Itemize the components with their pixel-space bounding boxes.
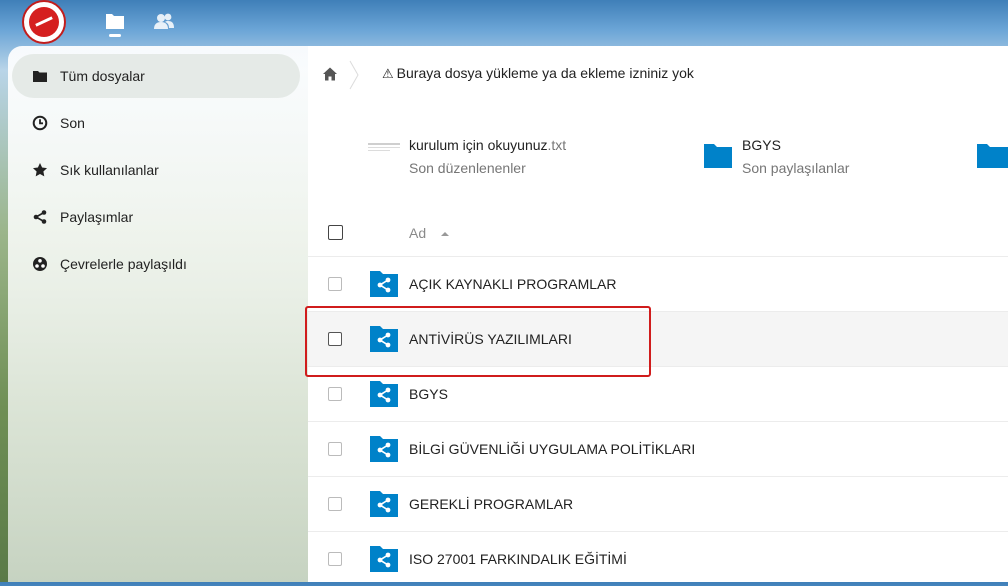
sidebar-item-all-files[interactable]: Tüm dosyalar (12, 54, 300, 98)
shared-folder-icon (370, 436, 398, 462)
circles-icon (33, 257, 47, 271)
breadcrumb-separator (349, 60, 359, 90)
folder-icon (33, 71, 47, 82)
file-name: ISO 27001 FARKINDALIK EĞİTİMİ (409, 551, 627, 567)
recent-file-name: kurulum için okuyunuz.txt (409, 137, 567, 153)
sidebar-item-favorites[interactable]: Sık kullanılanlar (12, 148, 300, 192)
sidebar-item-label: Paylaşımlar (60, 209, 134, 225)
file-row[interactable]: AÇIK KAYNAKLI PROGRAMLAR (308, 257, 1008, 312)
file-name: GEREKLİ PROGRAMLAR (409, 496, 574, 512)
sidebar-item-label: Çevrelerle paylaşıldı (60, 256, 187, 272)
file-name: AÇIK KAYNAKLI PROGRAMLAR (409, 276, 617, 292)
sort-ascending-icon (441, 232, 449, 236)
shared-folder-icon (370, 271, 398, 297)
sidebar-item-label: Son (60, 115, 85, 131)
row-checkbox[interactable] (328, 387, 342, 401)
file-name: ANTİVİRÜS YAZILIMLARI (409, 331, 572, 347)
file-row[interactable]: GEREKLİ PROGRAMLAR (308, 477, 1008, 532)
text-file-icon (368, 143, 400, 151)
permission-warning: ⚠ Buraya dosya yükleme ya da ekleme iznin… (382, 65, 694, 82)
file-name: BGYS (409, 386, 448, 402)
row-checkbox[interactable] (328, 277, 342, 291)
logo-emblem (29, 7, 59, 37)
sidebar: Tüm dosyalar Son Sık kullanılanlar Payla… (8, 46, 308, 582)
share-icon (33, 210, 47, 224)
shared-folder-icon (370, 491, 398, 517)
sidebar-item-shares[interactable]: Paylaşımlar (12, 195, 300, 239)
sidebar-item-circles[interactable]: Çevrelerle paylaşıldı (12, 242, 300, 286)
sidebar-item-label: Sık kullanılanlar (60, 162, 159, 178)
recent-file-subtitle: Son düzenlenenler (409, 160, 526, 176)
recent-folder-subtitle: Son paylaşılanlar (742, 160, 850, 176)
row-checkbox[interactable] (328, 497, 342, 511)
folder-icon[interactable] (104, 10, 126, 32)
file-name: BİLGİ GÜVENLİĞİ UYGULAMA POLİTİKLARI (409, 441, 696, 457)
shared-folder-icon (370, 381, 398, 407)
top-header (0, 0, 1008, 46)
file-row[interactable]: BİLGİ GÜVENLİĞİ UYGULAMA POLİTİKLARI (308, 422, 1008, 477)
recent-folder-bgys[interactable]: BGYS Son paylaşılanlar (704, 132, 944, 182)
recent-folder-name: BGYS (742, 137, 781, 153)
row-checkbox[interactable] (328, 552, 342, 566)
row-checkbox[interactable] (328, 442, 342, 456)
file-list-header: Ad (308, 210, 1008, 257)
folder-icon (704, 144, 732, 168)
shared-folder-icon (370, 326, 398, 352)
home-icon[interactable] (322, 66, 338, 82)
shared-folder-icon (370, 546, 398, 572)
active-app-indicator (109, 34, 121, 37)
file-browser: ⚠ Buraya dosya yükleme ya da ekleme iznin… (308, 46, 1008, 582)
column-name-header[interactable]: Ad (409, 225, 426, 241)
contacts-icon[interactable] (153, 10, 175, 32)
select-all-checkbox[interactable] (328, 225, 343, 240)
sidebar-item-label: Tüm dosyalar (60, 68, 145, 84)
file-row[interactable]: ANTİVİRÜS YAZILIMLARI (308, 312, 1008, 367)
star-icon (33, 163, 47, 177)
row-checkbox[interactable] (328, 332, 342, 346)
sidebar-item-recent[interactable]: Son (12, 101, 300, 145)
recent-file-kurulum[interactable]: kurulum için okuyunuz.txt Son düzenlenen… (368, 132, 658, 182)
university-logo[interactable] (22, 0, 66, 44)
warning-text: Buraya dosya yükleme ya da ekleme iznini… (396, 65, 694, 81)
file-row[interactable]: BGYS (308, 367, 1008, 422)
folder-icon[interactable] (977, 144, 1008, 168)
clock-icon (32, 115, 48, 131)
warning-icon: ⚠ (382, 66, 394, 81)
file-row[interactable]: ISO 27001 FARKINDALIK EĞİTİMİ (308, 532, 1008, 586)
